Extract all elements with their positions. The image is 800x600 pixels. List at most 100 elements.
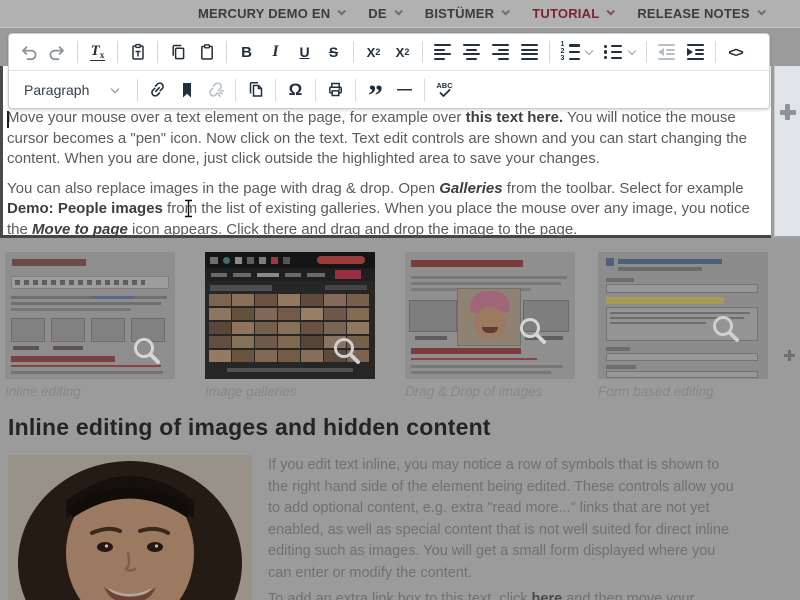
nav-item-mercury-demo-en[interactable]: MERCURY DEMO EN bbox=[198, 6, 344, 21]
align-left-button[interactable] bbox=[428, 38, 457, 67]
chevron-down-icon bbox=[111, 84, 119, 92]
section-body-text: If you edit text inline, you may notice … bbox=[268, 455, 738, 600]
superscript-button[interactable]: X2 bbox=[388, 38, 417, 67]
copy-icon bbox=[168, 42, 188, 62]
toolbar-separator bbox=[422, 41, 423, 63]
nav-item-de[interactable]: DE bbox=[368, 6, 400, 21]
anchor-button[interactable] bbox=[172, 75, 201, 104]
article-paragraph-1: If you edit text inline, you may notice … bbox=[268, 455, 738, 584]
nav-item-bistumer[interactable]: BISTÜMER bbox=[425, 6, 509, 21]
bookmark-icon bbox=[177, 80, 197, 100]
remove-link-button[interactable] bbox=[201, 75, 230, 104]
girl-photo-mini bbox=[457, 288, 521, 346]
toolbar-separator bbox=[77, 41, 78, 63]
paste-button[interactable] bbox=[192, 38, 221, 67]
undo-button[interactable] bbox=[14, 38, 43, 67]
align-justify-icon bbox=[521, 41, 538, 63]
zoom-icon bbox=[131, 335, 163, 367]
toolbar-separator bbox=[235, 79, 236, 101]
thumbnail-inline-editing[interactable] bbox=[5, 252, 175, 379]
thumbnail-drag-drop[interactable] bbox=[405, 252, 575, 379]
italic-button[interactable]: I bbox=[261, 38, 290, 67]
spellcheck-button[interactable]: ABC bbox=[430, 75, 459, 104]
add-content-button[interactable] bbox=[780, 104, 796, 120]
numbered-list-menu-chevron[interactable] bbox=[585, 47, 593, 55]
toolbar-separator bbox=[157, 41, 158, 63]
insert-template-button[interactable] bbox=[241, 75, 270, 104]
block-format-select[interactable]: Paragraph bbox=[14, 75, 132, 104]
zoom-icon bbox=[710, 313, 742, 345]
edit-paragraph-2: You can also replace images in the page … bbox=[7, 179, 763, 241]
align-right-icon bbox=[492, 41, 509, 63]
indent-button[interactable] bbox=[681, 38, 710, 67]
toolbar-separator bbox=[275, 79, 276, 101]
align-justify-button[interactable] bbox=[515, 38, 544, 67]
toolbar-separator bbox=[353, 41, 354, 63]
align-left-icon bbox=[434, 41, 451, 63]
special-character-button[interactable]: Ω bbox=[281, 75, 310, 104]
underline-button[interactable]: U bbox=[290, 38, 319, 67]
redo-button[interactable] bbox=[43, 38, 72, 67]
nav-menu: MERCURY DEMO EN DE BISTÜMER TUTORIAL REL… bbox=[198, 5, 800, 22]
align-center-icon bbox=[463, 41, 480, 63]
toolbar-separator bbox=[355, 79, 356, 101]
align-center-button[interactable] bbox=[457, 38, 486, 67]
caption-drag-drop: Drag & Drop of images bbox=[405, 384, 542, 399]
outdent-button[interactable] bbox=[652, 38, 681, 67]
text-caret bbox=[7, 111, 9, 128]
chevron-down-icon bbox=[502, 7, 510, 15]
link-icon bbox=[147, 79, 168, 100]
strikethrough-button[interactable]: S bbox=[319, 38, 348, 67]
toolbar-row-2: Paragraph Ω ” — ABC bbox=[9, 71, 769, 108]
zoom-icon bbox=[517, 315, 549, 347]
toolbar-separator bbox=[117, 41, 118, 63]
edit-paragraph-1: Move your mouse over a text element on t… bbox=[7, 108, 763, 170]
caption-inline-editing: Inline editing bbox=[5, 384, 81, 399]
spellcheck-icon: ABC bbox=[436, 82, 452, 97]
toolbar-separator bbox=[549, 41, 550, 63]
add-element-button[interactable] bbox=[784, 350, 795, 361]
horizontal-rule-button[interactable]: — bbox=[390, 75, 419, 104]
chevron-down-icon bbox=[338, 7, 346, 15]
toolbar-row-1: Tx B I U S X2 X2 123 <> bbox=[9, 34, 769, 71]
bullet-list-icon bbox=[603, 45, 623, 60]
subscript-button[interactable]: X2 bbox=[359, 38, 388, 67]
nav-item-release-notes[interactable]: RELEASE NOTES bbox=[637, 6, 763, 21]
numbered-list-icon: 123 bbox=[560, 43, 580, 60]
paste-icon bbox=[197, 42, 217, 62]
toolbar-separator bbox=[715, 41, 716, 63]
chevron-down-icon bbox=[757, 7, 765, 15]
outdent-icon bbox=[658, 41, 675, 63]
add-content-strip bbox=[774, 66, 800, 238]
print-button[interactable] bbox=[321, 75, 350, 104]
caption-form-editing: Form based editing bbox=[598, 384, 714, 399]
bullet-list-button[interactable] bbox=[598, 38, 627, 67]
chevron-down-icon bbox=[607, 7, 615, 15]
editable-text[interactable]: Move your mouse over a text element on t… bbox=[7, 108, 763, 240]
toolbar-separator bbox=[226, 41, 227, 63]
align-right-button[interactable] bbox=[486, 38, 515, 67]
toolbar-separator bbox=[315, 79, 316, 101]
bullet-list-menu-chevron[interactable] bbox=[628, 47, 636, 55]
ibeam-cursor-icon bbox=[183, 199, 194, 218]
toolbar-separator bbox=[137, 79, 138, 101]
clear-formatting-button[interactable]: Tx bbox=[83, 38, 112, 67]
thumbnail-image-galleries[interactable] bbox=[205, 252, 375, 379]
numbered-list-button[interactable]: 123 bbox=[555, 38, 584, 67]
chevron-down-icon bbox=[394, 7, 402, 15]
section-heading: Inline editing of images and hidden cont… bbox=[8, 414, 491, 441]
caption-image-galleries: Image galleries bbox=[205, 384, 297, 399]
toolbar-separator bbox=[646, 41, 647, 63]
blockquote-button[interactable]: ” bbox=[361, 75, 390, 104]
bold-button[interactable]: B bbox=[232, 38, 261, 67]
printer-icon bbox=[325, 79, 346, 100]
nav-item-tutorial[interactable]: TUTORIAL bbox=[532, 6, 613, 21]
woman-portrait-photo bbox=[8, 455, 252, 600]
paste-as-text-button[interactable] bbox=[123, 38, 152, 67]
source-code-button[interactable]: <> bbox=[721, 38, 750, 67]
copy-button[interactable] bbox=[163, 38, 192, 67]
pages-icon bbox=[245, 79, 266, 100]
insert-link-button[interactable] bbox=[143, 75, 172, 104]
thumbnail-form-editing[interactable] bbox=[598, 252, 768, 379]
toolbar-separator bbox=[424, 79, 425, 101]
